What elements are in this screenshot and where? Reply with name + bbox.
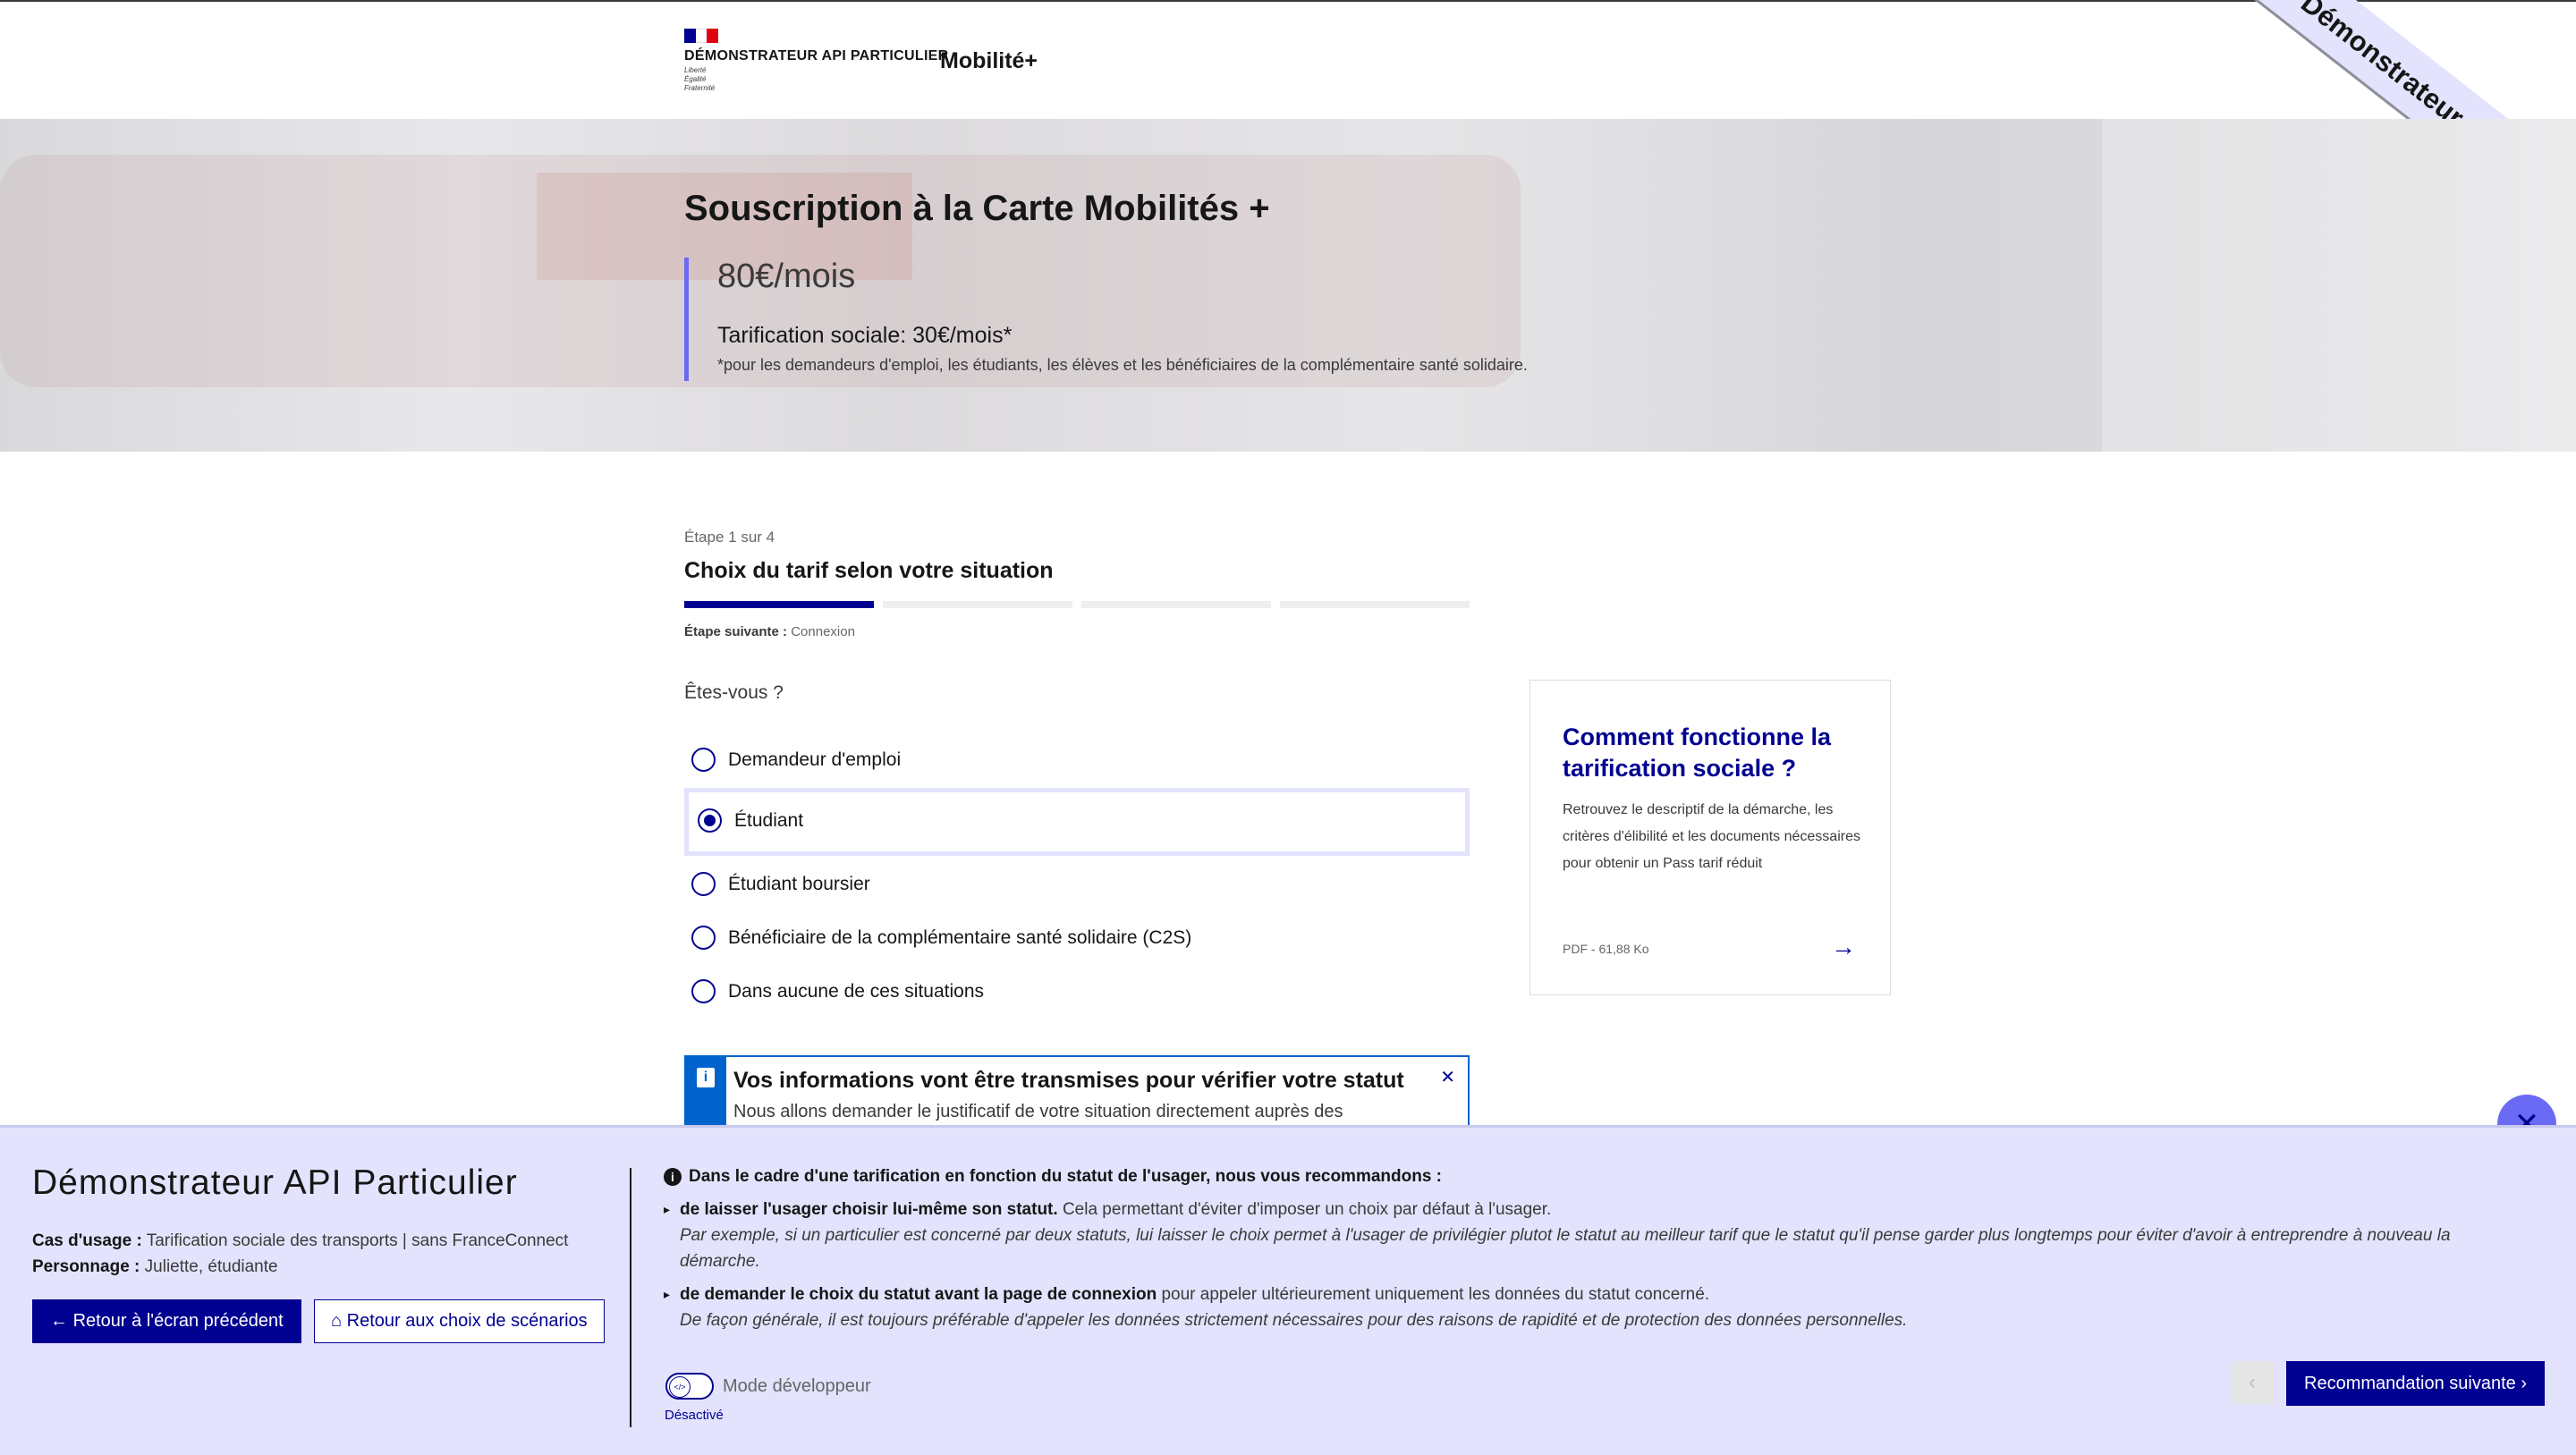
back-button-label: Retour à l'écran précédent [72,1311,284,1331]
panel-info: Cas d'usage : Tarification sociale des t… [32,1228,568,1280]
previous-recommendation-button[interactable]: ‹ [2231,1361,2274,1404]
card-title[interactable]: Comment fonctionne la tarification socia… [1563,722,1858,784]
service-name[interactable]: Mobilité+ [940,48,1038,74]
next-recommendation-button[interactable]: Recommandation suivante › [2286,1361,2546,1406]
site-header: DÉMONSTRATEUR API PARTICULIER Liberté Ég… [0,0,2576,119]
dev-mode-label: Mode développeur [723,1375,871,1396]
rec-example: De façon générale, il est toujours préfé… [680,1311,1908,1330]
recommendation-heading-text: Dans le cadre d'une tarification en fonc… [689,1167,1443,1186]
logo-title: DÉMONSTRATEUR API PARTICULIER [684,48,949,63]
step-progress [684,601,1470,608]
radio-label[interactable]: Bénéficiaire de la complémentaire santé … [728,927,1191,949]
use-case: Cas d'usage : Tarification sociale des t… [32,1228,568,1254]
rec-example: Par exemple, si un particulier est conce… [680,1226,2451,1271]
next-rec-label: Recommandation suivante [2304,1374,2516,1393]
step-next-value: Connexion [791,624,855,639]
radio-button[interactable] [691,979,716,1003]
home-icon: ⌂ [331,1311,347,1331]
persona-label: Personnage : [32,1257,140,1276]
use-case-value: Tarification sociale des transports | sa… [146,1231,569,1250]
motto-line: Liberté [684,66,707,74]
radio-option-aucune[interactable]: Dans aucune de ces situations [691,979,984,1003]
step-bar [1280,601,1470,608]
card-file-meta: PDF - 61,88 Ko [1563,942,1649,956]
info-alert: i Vos informations vont être transmises … [684,1055,1470,1127]
chevron-right-icon: › [2515,1374,2528,1393]
panel-divider [630,1168,631,1427]
panel-title: Démonstrateur API Particulier [32,1163,518,1202]
radio-option-c2s[interactable]: Bénéficiaire de la complémentaire santé … [691,926,1191,950]
card-description: Retrouvez le descriptif de la démarche, … [1563,802,1860,871]
recommendation: i Dans le cadre d'une tarification en fo… [664,1163,2479,1333]
info-icon: i [697,1068,715,1087]
step-bar [684,601,874,608]
hero-banner: Souscription à la Carte Mobilités + 80€/… [0,119,2576,452]
demo-panel: Démonstrateur API Particulier Cas d'usag… [0,1125,2576,1455]
radio-button[interactable] [691,872,716,896]
dev-mode-toggle[interactable]: Mode développeur [665,1373,871,1400]
step-next-label: Étape suivante : [684,624,788,639]
radio-label[interactable]: Étudiant [734,810,803,832]
pricing-quote: 80€/mois Tarification sociale: 30€/mois*… [684,258,1528,381]
download-card[interactable]: Comment fonctionne la tarification socia… [1530,680,1891,995]
arrow-left-icon: ← [50,1311,73,1331]
rec-bold: de demander le choix du statut avant la … [680,1285,1157,1304]
recommendation-heading: i Dans le cadre d'une tarification en fo… [664,1163,2479,1189]
recommendation-item: de laisser l'usager choisir lui-même son… [664,1197,2479,1274]
radio-label[interactable]: Étudiant boursier [728,874,870,895]
step-next: Étape suivante : Connexion [684,624,855,639]
logo[interactable]: DÉMONSTRATEUR API PARTICULIER Liberté Ég… [684,29,949,93]
rec-text: pour appeler ultérieurement uniquement l… [1161,1285,1710,1304]
persona: Personnage : Juliette, étudiante [32,1254,568,1280]
dev-mode-state: Désactivé [665,1408,724,1423]
hero-background [2102,119,2576,452]
close-icon[interactable]: ✕ [1440,1066,1455,1088]
use-case-label: Cas d'usage : [32,1231,142,1250]
alert-side: i [686,1057,726,1125]
page-title: Souscription à la Carte Mobilités + [684,189,1270,228]
price-note: *pour les demandeurs d'emploi, les étudi… [717,356,1528,374]
radio-option-etudiant[interactable]: Étudiant [698,808,803,833]
step-title: Choix du tarif selon votre situation [684,558,1054,583]
scenarios-button[interactable]: ⌂ Retour aux choix de scénarios [314,1299,605,1343]
radio-button[interactable] [691,748,716,772]
radio-button[interactable] [691,926,716,950]
persona-value: Juliette, étudiante [144,1257,278,1276]
step-count: Étape 1 sur 4 [684,529,775,546]
code-icon[interactable] [665,1373,714,1400]
radio-label[interactable]: Demandeur d'emploi [728,749,901,771]
info-icon: i [664,1167,682,1186]
radio-label[interactable]: Dans aucune de ces situations [728,981,984,1002]
back-button[interactable]: ← Retour à l'écran précédent [32,1299,301,1343]
rec-text: Cela permettant d'éviter d'imposer un ch… [1062,1200,1552,1219]
radio-option-demandeur[interactable]: Demandeur d'emploi [691,748,901,772]
step-bar [1081,601,1271,608]
price: 80€/mois [717,258,856,295]
scenarios-button-label: Retour aux choix de scénarios [346,1311,588,1331]
flag-icon [684,29,719,43]
chevron-left-icon: ‹ [2249,1370,2256,1394]
arrow-right-icon[interactable]: → [1831,933,1856,961]
motto-line: Fraternité [684,84,716,92]
alert-body: Nous allons demander le justificatif de … [733,1102,1343,1121]
motto: Liberté Égalité Fraternité [684,66,949,93]
social-price: Tarification sociale: 30€/mois* [717,323,1013,348]
recommendation-item: de demander le choix du statut avant la … [664,1282,2479,1333]
radio-button[interactable] [698,808,722,833]
question-legend: Êtes-vous ? [684,682,784,703]
rec-bold: de laisser l'usager choisir lui-même son… [680,1200,1058,1219]
radio-option-etudiant-boursier[interactable]: Étudiant boursier [691,872,870,896]
motto-line: Égalité [684,75,707,83]
step-bar [883,601,1072,608]
alert-title: Vos informations vont être transmises po… [733,1068,1404,1093]
